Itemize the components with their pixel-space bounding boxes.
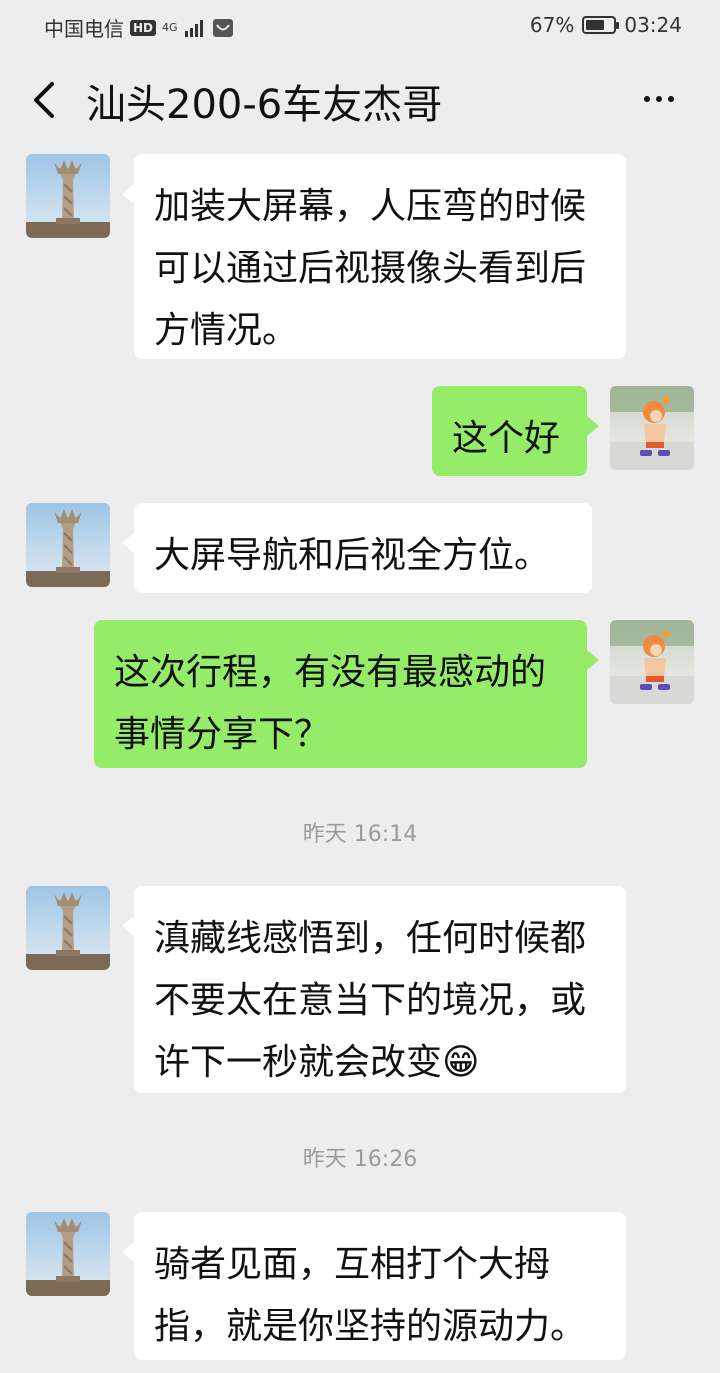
app-notification-icon bbox=[212, 18, 233, 37]
message-timestamp: 昨天 16:14 bbox=[302, 822, 418, 847]
clock: 03:24 bbox=[624, 13, 682, 37]
chat-header: 汕头200-6车友杰哥 bbox=[0, 50, 720, 150]
carrier-label: 中国电信 bbox=[44, 17, 124, 41]
contact-avatar-image bbox=[26, 503, 110, 587]
my-avatar[interactable] bbox=[610, 386, 694, 470]
more-dot bbox=[668, 96, 674, 102]
message-text: 滇藏线感悟到，任何时候都不要太在意当下的境况，或许下一秒就会改变😁 bbox=[154, 918, 587, 1083]
my-avatar[interactable] bbox=[610, 620, 694, 704]
message-bubble-outgoing[interactable]: 这个好 bbox=[432, 386, 599, 476]
message-bubble-incoming[interactable]: 骑者见面，互相打个大拇指，就是你坚持的源动力。 bbox=[122, 1212, 626, 1360]
message-timestamp: 昨天 16:26 bbox=[302, 1147, 418, 1172]
contact-avatar-image bbox=[26, 886, 110, 970]
back-button[interactable] bbox=[26, 76, 66, 124]
battery-icon bbox=[582, 16, 620, 34]
message-text: 骑者见面，互相打个大拇指，就是你坚持的源动力。 bbox=[154, 1244, 587, 1347]
more-button[interactable] bbox=[634, 74, 684, 124]
contact-avatar[interactable] bbox=[26, 503, 110, 587]
hd-badge: HD bbox=[130, 19, 157, 36]
more-dot bbox=[656, 96, 662, 102]
my-avatar-image bbox=[610, 386, 694, 470]
message-text: 加装大屏幕，人压弯的时候可以通过后视摄像头看到后方情况。 bbox=[154, 186, 587, 351]
message-text: 这个好 bbox=[452, 418, 561, 459]
chevron-left-icon bbox=[34, 82, 54, 118]
status-bar: 中国电信 HD 4G 67% 03:24 bbox=[0, 0, 720, 50]
signal-icon bbox=[184, 19, 203, 37]
chat-title: 汕头200-6车友杰哥 bbox=[86, 82, 443, 128]
message-bubble-incoming[interactable]: 大屏导航和后视全方位。 bbox=[122, 503, 592, 593]
my-avatar-image bbox=[610, 620, 694, 704]
more-dots-icon bbox=[644, 96, 650, 102]
status-right: 67% 03:24 bbox=[530, 13, 682, 37]
message-text: 大屏导航和后视全方位。 bbox=[154, 535, 551, 576]
contact-avatar[interactable] bbox=[26, 886, 110, 970]
battery-fill bbox=[586, 20, 604, 30]
contact-avatar-image bbox=[26, 1212, 110, 1296]
contact-avatar[interactable] bbox=[26, 1212, 110, 1296]
contact-avatar-image bbox=[26, 154, 110, 238]
battery-percent: 67% bbox=[529, 13, 575, 37]
status-left: 中国电信 HD 4G bbox=[44, 13, 234, 42]
message-text: 这次行程，有没有最感动的事情分享下？ bbox=[114, 652, 547, 755]
contact-avatar[interactable] bbox=[26, 154, 110, 238]
network-label: 4G bbox=[162, 20, 178, 34]
message-bubble-incoming[interactable]: 滇藏线感悟到，任何时候都不要太在意当下的境况，或许下一秒就会改变😁 bbox=[122, 886, 626, 1093]
message-bubble-outgoing[interactable]: 这次行程，有没有最感动的事情分享下？ bbox=[94, 620, 599, 768]
message-bubble-incoming[interactable]: 加装大屏幕，人压弯的时候可以通过后视摄像头看到后方情况。 bbox=[122, 154, 626, 359]
